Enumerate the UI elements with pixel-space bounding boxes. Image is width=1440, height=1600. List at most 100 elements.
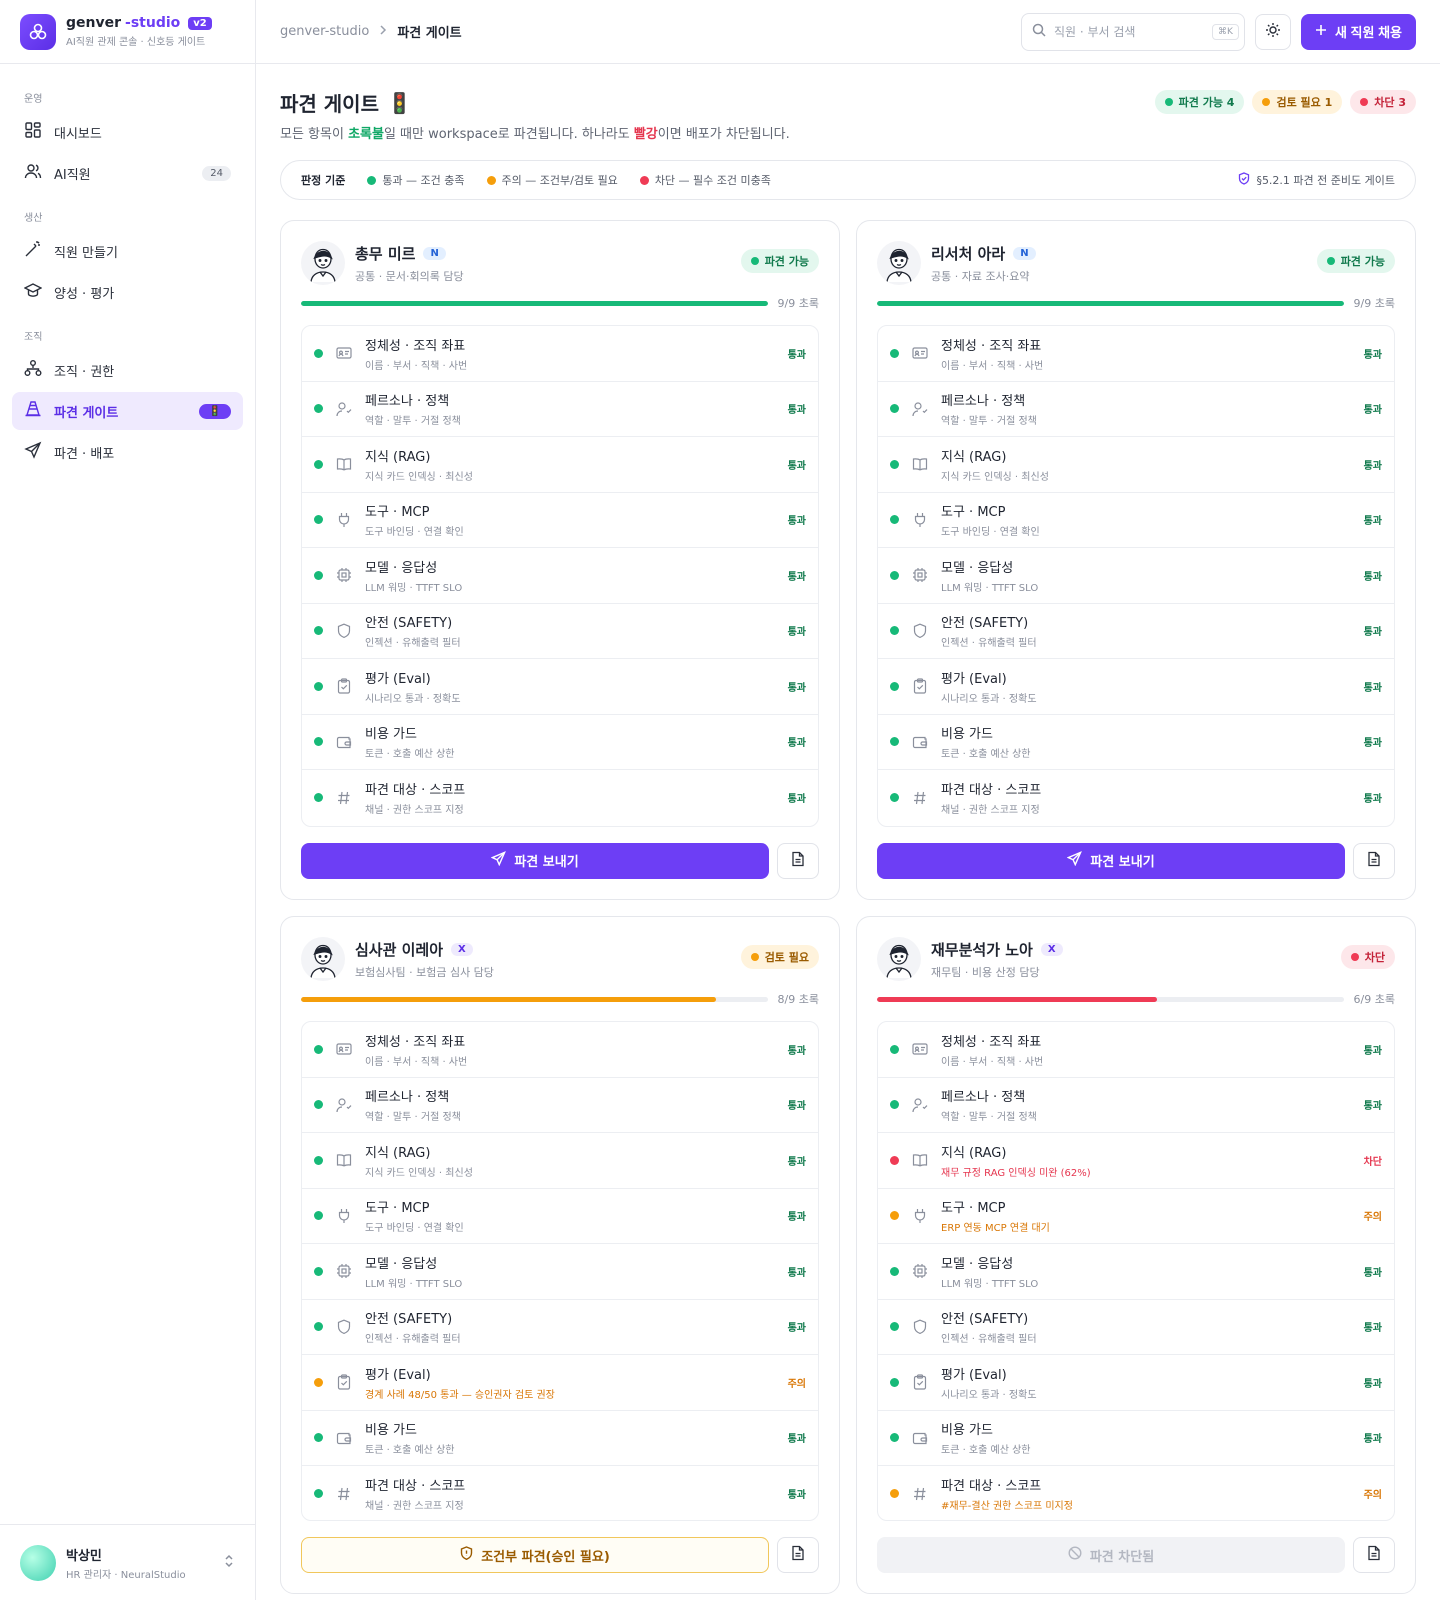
gate-check-row[interactable]: 파견 대상 · 스코프 채널 · 권한 스코프 지정 통과 — [302, 770, 818, 826]
avatar — [20, 1544, 56, 1581]
sidebar-item[interactable]: 대시보드 — [12, 113, 243, 151]
brand-name-accent: -studio — [125, 15, 181, 31]
gate-check-row[interactable]: 지식 (RAG) 지식 카드 인덱싱 · 최신성 통과 — [878, 437, 1394, 493]
sidebar-item-badge: 24 — [202, 165, 231, 181]
gate-check-row[interactable]: 파견 대상 · 스코프 #재무-결산 권한 스코프 미지정 주의 — [878, 1466, 1394, 1520]
gate-check-row[interactable]: 비용 가드 토큰 · 호출 예산 상한 통과 — [878, 1411, 1394, 1466]
gate-check-row[interactable]: 페르소나 · 정책 역할 · 말투 · 거절 정책 통과 — [302, 1078, 818, 1133]
gate-check-row[interactable]: 페르소나 · 정책 역할 · 말투 · 거절 정책 통과 — [878, 1078, 1394, 1133]
sidebar-item[interactable]: AI직원 24 — [12, 154, 243, 192]
clipboard-icon — [909, 678, 931, 694]
check-name: 지식 (RAG) — [941, 449, 1007, 465]
gate-check-row[interactable]: 파견 대상 · 스코프 채널 · 권한 스코프 지정 통과 — [302, 1466, 818, 1520]
gate-check-row[interactable]: 안전 (SAFETY) 인젝션 · 유해출력 필터 통과 — [302, 1300, 818, 1355]
gate-progress-bar — [301, 996, 768, 1002]
document-icon — [1367, 851, 1381, 871]
sidebar-item[interactable]: 파견 · 배포 — [12, 433, 243, 471]
gate-check-row[interactable]: 모델 · 응답성 LLM 워밍 · TTFT SLO 통과 — [302, 548, 818, 604]
search-input[interactable] — [1053, 24, 1204, 39]
pill-review[interactable]: 검토 필요 1 — [1252, 90, 1343, 114]
agent-subtitle: 보험심사팀 · 보험금 심사 담당 — [355, 966, 494, 979]
sidebar-item[interactable]: 양성 · 평가 — [12, 273, 243, 311]
agent-card: 총무 미르 N 공통 · 문서·회의록 담당 파견 가능 9/9 초록 정체성 · 조직 … — [280, 220, 840, 900]
gate-check-row[interactable]: 도구 · MCP 도구 바인딩 · 연결 확인 통과 — [302, 493, 818, 548]
legend-pass-label: 통과 — 조건 충족 — [382, 174, 465, 187]
hash-icon — [333, 1487, 355, 1501]
green-dot — [314, 1100, 323, 1110]
pill-dispatchable[interactable]: 파견 가능 4 — [1154, 90, 1245, 114]
gate-check-row[interactable]: 모델 · 응답성 LLM 워밍 · TTFT SLO 통과 — [878, 548, 1394, 604]
gate-check-row[interactable]: 페르소나 · 정책 역할 · 말투 · 거절 정책 통과 — [878, 382, 1394, 437]
agent-subtitle: 공통 · 자료 조사·요약 — [931, 270, 1030, 283]
red-dot — [1360, 98, 1369, 106]
send-icon — [490, 851, 507, 870]
check-detail: 인젝션 · 유해출력 필터 — [365, 638, 461, 650]
breadcrumb-root[interactable]: genver-studio — [280, 24, 369, 39]
gate-check-row[interactable]: 정체성 · 조직 좌표 이름 · 부서 · 직책 · 사번 통과 — [878, 326, 1394, 382]
chevron-updown-icon[interactable] — [223, 1554, 235, 1572]
theme-toggle-button[interactable] — [1254, 13, 1291, 50]
dispatch-button[interactable]: 조건부 파견(승인 필요) — [301, 1537, 769, 1573]
check-name: 안전 (SAFETY) — [365, 1312, 453, 1328]
cone-icon — [24, 400, 42, 422]
pill-blocked[interactable]: 차단 3 — [1350, 90, 1416, 114]
gate-check-row[interactable]: 평가 (Eval) 시나리오 통과 · 정확도 통과 — [878, 659, 1394, 715]
check-result: 통과 — [787, 1323, 806, 1335]
gate-check-row[interactable]: 평가 (Eval) 경계 사례 48/50 통과 — 승인권자 검토 권장 주의 — [302, 1355, 818, 1411]
agent-card-grid: 총무 미르 N 공통 · 문서·회의록 담당 파견 가능 9/9 초록 정체성 · 조직 … — [280, 220, 1416, 1594]
dispatch-button[interactable]: 파견 보내기 — [877, 842, 1345, 879]
gate-check-row[interactable]: 지식 (RAG) 지식 카드 인덱싱 · 최신성 통과 — [302, 437, 818, 493]
breadcrumb-current: 파견 게이트 — [397, 26, 462, 41]
gate-check-row[interactable]: 안전 (SAFETY) 인젝션 · 유해출력 필터 통과 — [302, 604, 818, 659]
green-dot — [314, 1211, 323, 1221]
sidebar-item[interactable]: 파견 게이트 🚦 — [12, 392, 243, 430]
new-employee-button[interactable]: 새 직원 채용 — [1300, 13, 1416, 50]
check-name: 페르소나 · 정책 — [365, 394, 450, 410]
gate-check-row[interactable]: 도구 · MCP 도구 바인딩 · 연결 확인 통과 — [302, 1189, 818, 1244]
legend-reference[interactable]: §5.2.1 파견 전 준비도 게이트 — [1238, 172, 1395, 188]
gate-check-row[interactable]: 정체성 · 조직 좌표 이름 · 부서 · 직책 · 사번 통과 — [302, 326, 818, 382]
search-box[interactable]: ⌘K — [1020, 12, 1245, 51]
wallet-icon — [909, 1431, 931, 1445]
report-button[interactable] — [1353, 1537, 1395, 1573]
gate-check-row[interactable]: 도구 · MCP ERP 연동 MCP 연결 대기 주의 — [878, 1189, 1394, 1244]
gate-check-row[interactable]: 도구 · MCP 도구 바인딩 · 연결 확인 통과 — [878, 493, 1394, 548]
report-button[interactable] — [777, 1537, 819, 1573]
gate-check-row[interactable]: 안전 (SAFETY) 인젝션 · 유해출력 필터 통과 — [878, 1300, 1394, 1355]
check-result: 통과 — [1363, 1267, 1382, 1279]
book-icon — [333, 457, 355, 471]
gate-check-row[interactable]: 평가 (Eval) 시나리오 통과 · 정확도 통과 — [302, 659, 818, 715]
plug-icon — [909, 1208, 931, 1224]
sidebar-item[interactable]: 조직 · 권한 — [12, 351, 243, 389]
gate-check-row[interactable]: 모델 · 응답성 LLM 워밍 · TTFT SLO 통과 — [302, 1244, 818, 1300]
sidebar-item[interactable]: 직원 만들기 — [12, 232, 243, 270]
check-result: 통과 — [1363, 1101, 1382, 1113]
gate-check-row[interactable]: 비용 가드 토큰 · 호출 예산 상한 통과 — [302, 1411, 818, 1466]
document-icon — [791, 1545, 805, 1565]
gate-check-row[interactable]: 모델 · 응답성 LLM 워밍 · TTFT SLO 통과 — [878, 1244, 1394, 1300]
dispatch-button-label: 조건부 파견(승인 필요) — [481, 1549, 610, 1565]
gate-check-row[interactable]: 정체성 · 조직 좌표 이름 · 부서 · 직책 · 사번 통과 — [878, 1022, 1394, 1078]
check-detail: 역할 · 말투 · 거절 정책 — [365, 1112, 461, 1124]
brand[interactable]: genver -studio v2 AI직원 관제 콘솔 · 신호등 게이트 — [0, 0, 255, 64]
gate-check-row[interactable]: 파견 대상 · 스코프 채널 · 권한 스코프 지정 통과 — [878, 770, 1394, 826]
gate-check-row[interactable]: 비용 가드 토큰 · 호출 예산 상한 통과 — [878, 715, 1394, 770]
sidebar-item-label: 대시보드 — [54, 126, 102, 142]
dispatch-button[interactable]: 파견 보내기 — [301, 842, 769, 879]
gate-check-row[interactable]: 평가 (Eval) 시나리오 통과 · 정확도 통과 — [878, 1355, 1394, 1411]
user-profile[interactable]: 박상민 HR 관리자 · NeuralStudio — [0, 1524, 255, 1600]
gate-check-row[interactable]: 페르소나 · 정책 역할 · 말투 · 거절 정책 통과 — [302, 382, 818, 437]
gate-check-row[interactable]: 비용 가드 토큰 · 호출 예산 상한 통과 — [302, 715, 818, 770]
hash-icon — [909, 1487, 931, 1501]
gate-check-row[interactable]: 지식 (RAG) 지식 카드 인덱싱 · 최신성 통과 — [302, 1133, 818, 1189]
gate-check-row[interactable]: 지식 (RAG) 재무 규정 RAG 인덱싱 미완 (62%) 차단 — [878, 1133, 1394, 1189]
gate-check-row[interactable]: 정체성 · 조직 좌표 이름 · 부서 · 직책 · 사번 통과 — [302, 1022, 818, 1078]
check-detail: 토큰 · 호출 예산 상한 — [941, 749, 1031, 761]
check-result: 통과 — [1363, 682, 1382, 694]
report-button[interactable] — [1353, 842, 1395, 879]
gate-check-row[interactable]: 안전 (SAFETY) 인젝션 · 유해출력 필터 통과 — [878, 604, 1394, 659]
sun-icon — [1265, 22, 1281, 42]
check-detail: 인젝션 · 유해출력 필터 — [941, 638, 1037, 650]
green-dot — [314, 1489, 323, 1499]
report-button[interactable] — [777, 842, 819, 879]
